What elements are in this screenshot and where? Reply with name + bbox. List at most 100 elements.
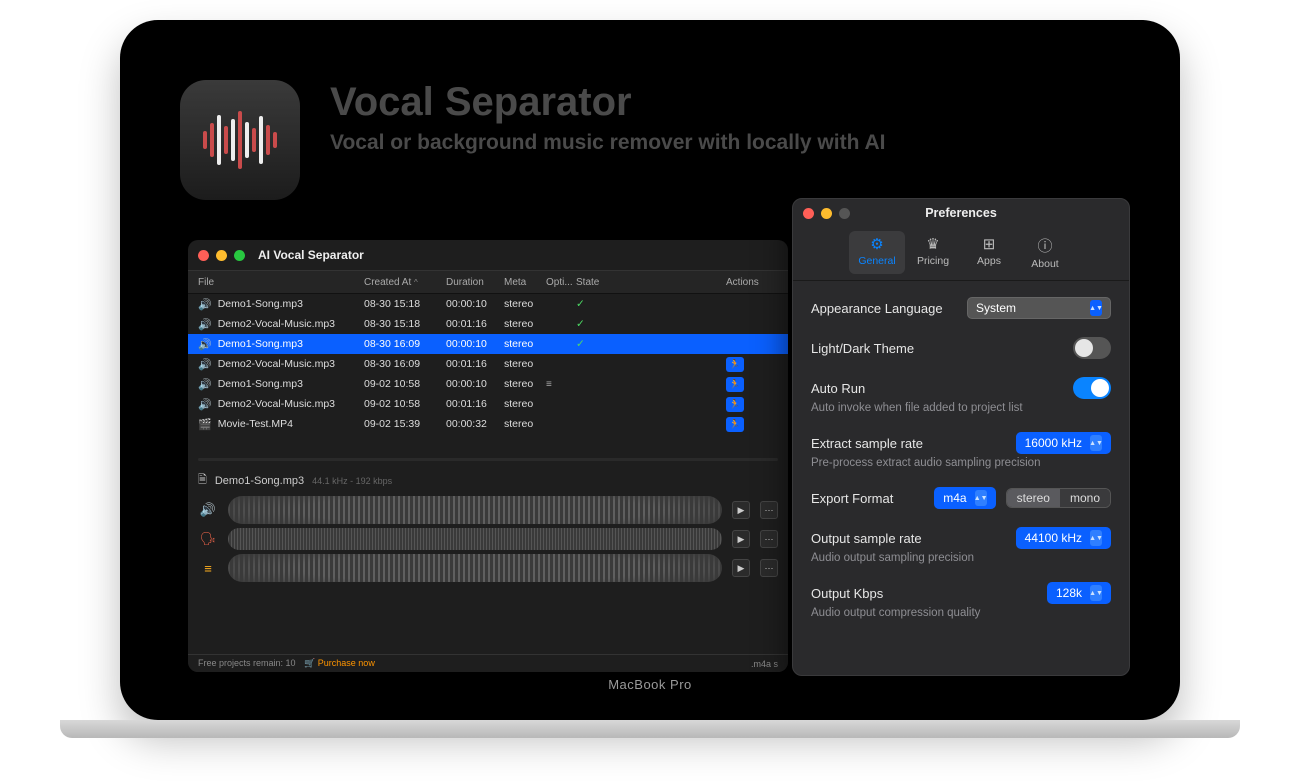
footer-format: .m4a s: [751, 659, 778, 669]
extract-rate-sub: Pre-process extract audio sampling preci…: [811, 457, 1111, 469]
created-at: 09-02 10:58: [364, 398, 446, 410]
track-music: ≡ ▶ ⋯: [188, 552, 788, 584]
export-format-label: Export Format: [811, 491, 893, 506]
laptop-base: [60, 720, 1240, 738]
output-kbps-label: Output Kbps: [811, 586, 883, 601]
now-meta: 44.1 kHz - 192 kbps: [312, 476, 392, 486]
prefs-titlebar: Preferences: [793, 199, 1129, 227]
created-at: 08-30 15:18: [364, 298, 446, 310]
run-button[interactable]: 🏃: [726, 377, 744, 392]
more-button[interactable]: ⋯: [760, 501, 778, 519]
waveform-vocal[interactable]: [228, 528, 722, 550]
apps-icon: ⊞: [963, 235, 1015, 253]
duration: 00:00:10: [446, 298, 504, 310]
autorun-toggle[interactable]: [1073, 377, 1111, 399]
col-actions[interactable]: Actions: [726, 277, 778, 288]
waveform-mix[interactable]: [228, 496, 722, 524]
more-button[interactable]: ⋯: [760, 530, 778, 548]
chevron-updown-icon: ▲▼: [1090, 435, 1102, 451]
screen: Vocal Separator Vocal or background musi…: [140, 40, 1160, 700]
table-row[interactable]: 🔊Demo1-Song.mp309-02 10:5800:00:10stereo…: [188, 374, 788, 394]
tab-label: Pricing: [917, 255, 949, 267]
created-at: 08-30 16:09: [364, 358, 446, 370]
created-at: 08-30 15:18: [364, 318, 446, 330]
minimize-icon[interactable]: [216, 250, 227, 261]
speaker-icon[interactable]: 🔊: [198, 502, 218, 518]
seg-mono[interactable]: mono: [1060, 489, 1110, 507]
waveform-icon: [203, 111, 277, 169]
now-file: Demo1-Song.mp3: [215, 475, 304, 487]
seg-stereo[interactable]: stereo: [1007, 489, 1060, 507]
created-at: 08-30 16:09: [364, 338, 446, 350]
pref-autorun: Auto Run Auto invoke when file added to …: [811, 377, 1111, 414]
col-duration[interactable]: Duration: [446, 277, 504, 288]
pref-export-format: Export Format m4a ▲▼ stereo mono: [811, 487, 1111, 509]
duration: 00:00:10: [446, 378, 504, 390]
play-button[interactable]: ▶: [732, 530, 750, 548]
col-file[interactable]: File: [188, 277, 364, 288]
table-row[interactable]: 🔊Demo1-Song.mp308-30 15:1800:00:10stereo…: [188, 294, 788, 314]
created-at: 09-02 15:39: [364, 418, 446, 430]
col-created[interactable]: Created At ^: [364, 277, 446, 288]
output-kbps-sub: Audio output compression quality: [811, 607, 1111, 619]
table-row[interactable]: 🎬Movie-Test.MP409-02 15:3900:00:32stereo…: [188, 414, 788, 434]
more-button[interactable]: ⋯: [760, 559, 778, 577]
meta: stereo: [504, 358, 546, 370]
run-button[interactable]: 🏃: [726, 357, 744, 372]
meta: stereo: [504, 378, 546, 390]
pref-theme: Light/Dark Theme: [811, 337, 1111, 359]
extract-rate-select[interactable]: 16000 kHz ▲▼: [1016, 432, 1111, 454]
output-rate-select[interactable]: 44100 kHz ▲▼: [1016, 527, 1111, 549]
purchase-link[interactable]: 🛒 Purchase now: [304, 658, 375, 668]
chevron-updown-icon: ▲▼: [1090, 585, 1102, 601]
output-kbps-select[interactable]: 128k ▲▼: [1047, 582, 1111, 604]
run-button[interactable]: 🏃: [726, 417, 744, 432]
prefs-tabs: ⚙General♛Pricing⊞ Apps ⓘAbout: [793, 227, 1129, 281]
pref-output-kbps: Output Kbps 128k ▲▼ Audio output compres…: [811, 582, 1111, 619]
col-options[interactable]: Opti...: [546, 277, 576, 288]
waveform-music[interactable]: [228, 554, 722, 582]
table-row[interactable]: 🔊Demo2-Vocal-Music.mp308-30 16:0900:01:1…: [188, 354, 788, 374]
play-button[interactable]: ▶: [732, 501, 750, 519]
theme-toggle[interactable]: [1073, 337, 1111, 359]
tab-about[interactable]: ⓘAbout: [1017, 231, 1073, 274]
channel-segmented[interactable]: stereo mono: [1006, 488, 1111, 508]
audio-icon: 🔊: [198, 358, 212, 371]
file-name: Demo1-Song.mp3: [218, 298, 303, 310]
remain-label: Free projects remain: 10: [198, 658, 296, 668]
appearance-language-select[interactable]: System ▲▼: [967, 297, 1111, 319]
pref-extract-rate: Extract sample rate 16000 kHz ▲▼ Pre-pro…: [811, 432, 1111, 469]
chevron-updown-icon: ▲▼: [1090, 300, 1102, 316]
options[interactable]: ≡: [546, 378, 576, 390]
hero: Vocal Separator Vocal or background musi…: [180, 80, 885, 200]
col-state[interactable]: State: [576, 277, 726, 288]
tab-label: Apps: [977, 255, 1001, 267]
duration: 00:00:10: [446, 338, 504, 350]
app-icon: [180, 80, 300, 200]
main-window: AI Vocal Separator File Created At ^ Dur…: [188, 240, 788, 672]
meta: stereo: [504, 418, 546, 430]
col-meta[interactable]: Meta: [504, 277, 546, 288]
vocal-icon[interactable]: 🗣: [198, 531, 218, 547]
hero-title: Vocal Separator: [330, 80, 885, 125]
prefs-window: Preferences ⚙General♛Pricing⊞AppsⓘAbout …: [792, 198, 1130, 676]
now-playing: 🗎 Demo1-Song.mp3 44.1 kHz - 192 kbps: [188, 461, 788, 494]
zoom-icon[interactable]: [234, 250, 245, 261]
chevron-updown-icon: ▲▼: [1090, 530, 1102, 546]
music-icon[interactable]: ≡: [198, 561, 218, 576]
tab-apps[interactable]: ⊞ Apps: [961, 231, 1017, 274]
file-name: Demo2-Vocal-Music.mp3: [218, 318, 335, 330]
audio-icon: 🎬: [198, 418, 212, 431]
tab-pricing[interactable]: ♛Pricing: [905, 231, 961, 274]
tab-general[interactable]: ⚙General: [849, 231, 905, 274]
table-row[interactable]: 🔊Demo2-Vocal-Music.mp308-30 15:1800:01:1…: [188, 314, 788, 334]
state: ✓: [576, 318, 726, 330]
run-button[interactable]: 🏃: [726, 397, 744, 412]
prefs-title: Preferences: [793, 206, 1129, 220]
pref-output-rate: Output sample rate 44100 kHz ▲▼ Audio ou…: [811, 527, 1111, 564]
play-button[interactable]: ▶: [732, 559, 750, 577]
close-icon[interactable]: [198, 250, 209, 261]
export-format-select[interactable]: m4a ▲▼: [934, 487, 995, 509]
table-row[interactable]: 🔊Demo1-Song.mp308-30 16:0900:00:10stereo…: [188, 334, 788, 354]
table-row[interactable]: 🔊Demo2-Vocal-Music.mp309-02 10:5800:01:1…: [188, 394, 788, 414]
